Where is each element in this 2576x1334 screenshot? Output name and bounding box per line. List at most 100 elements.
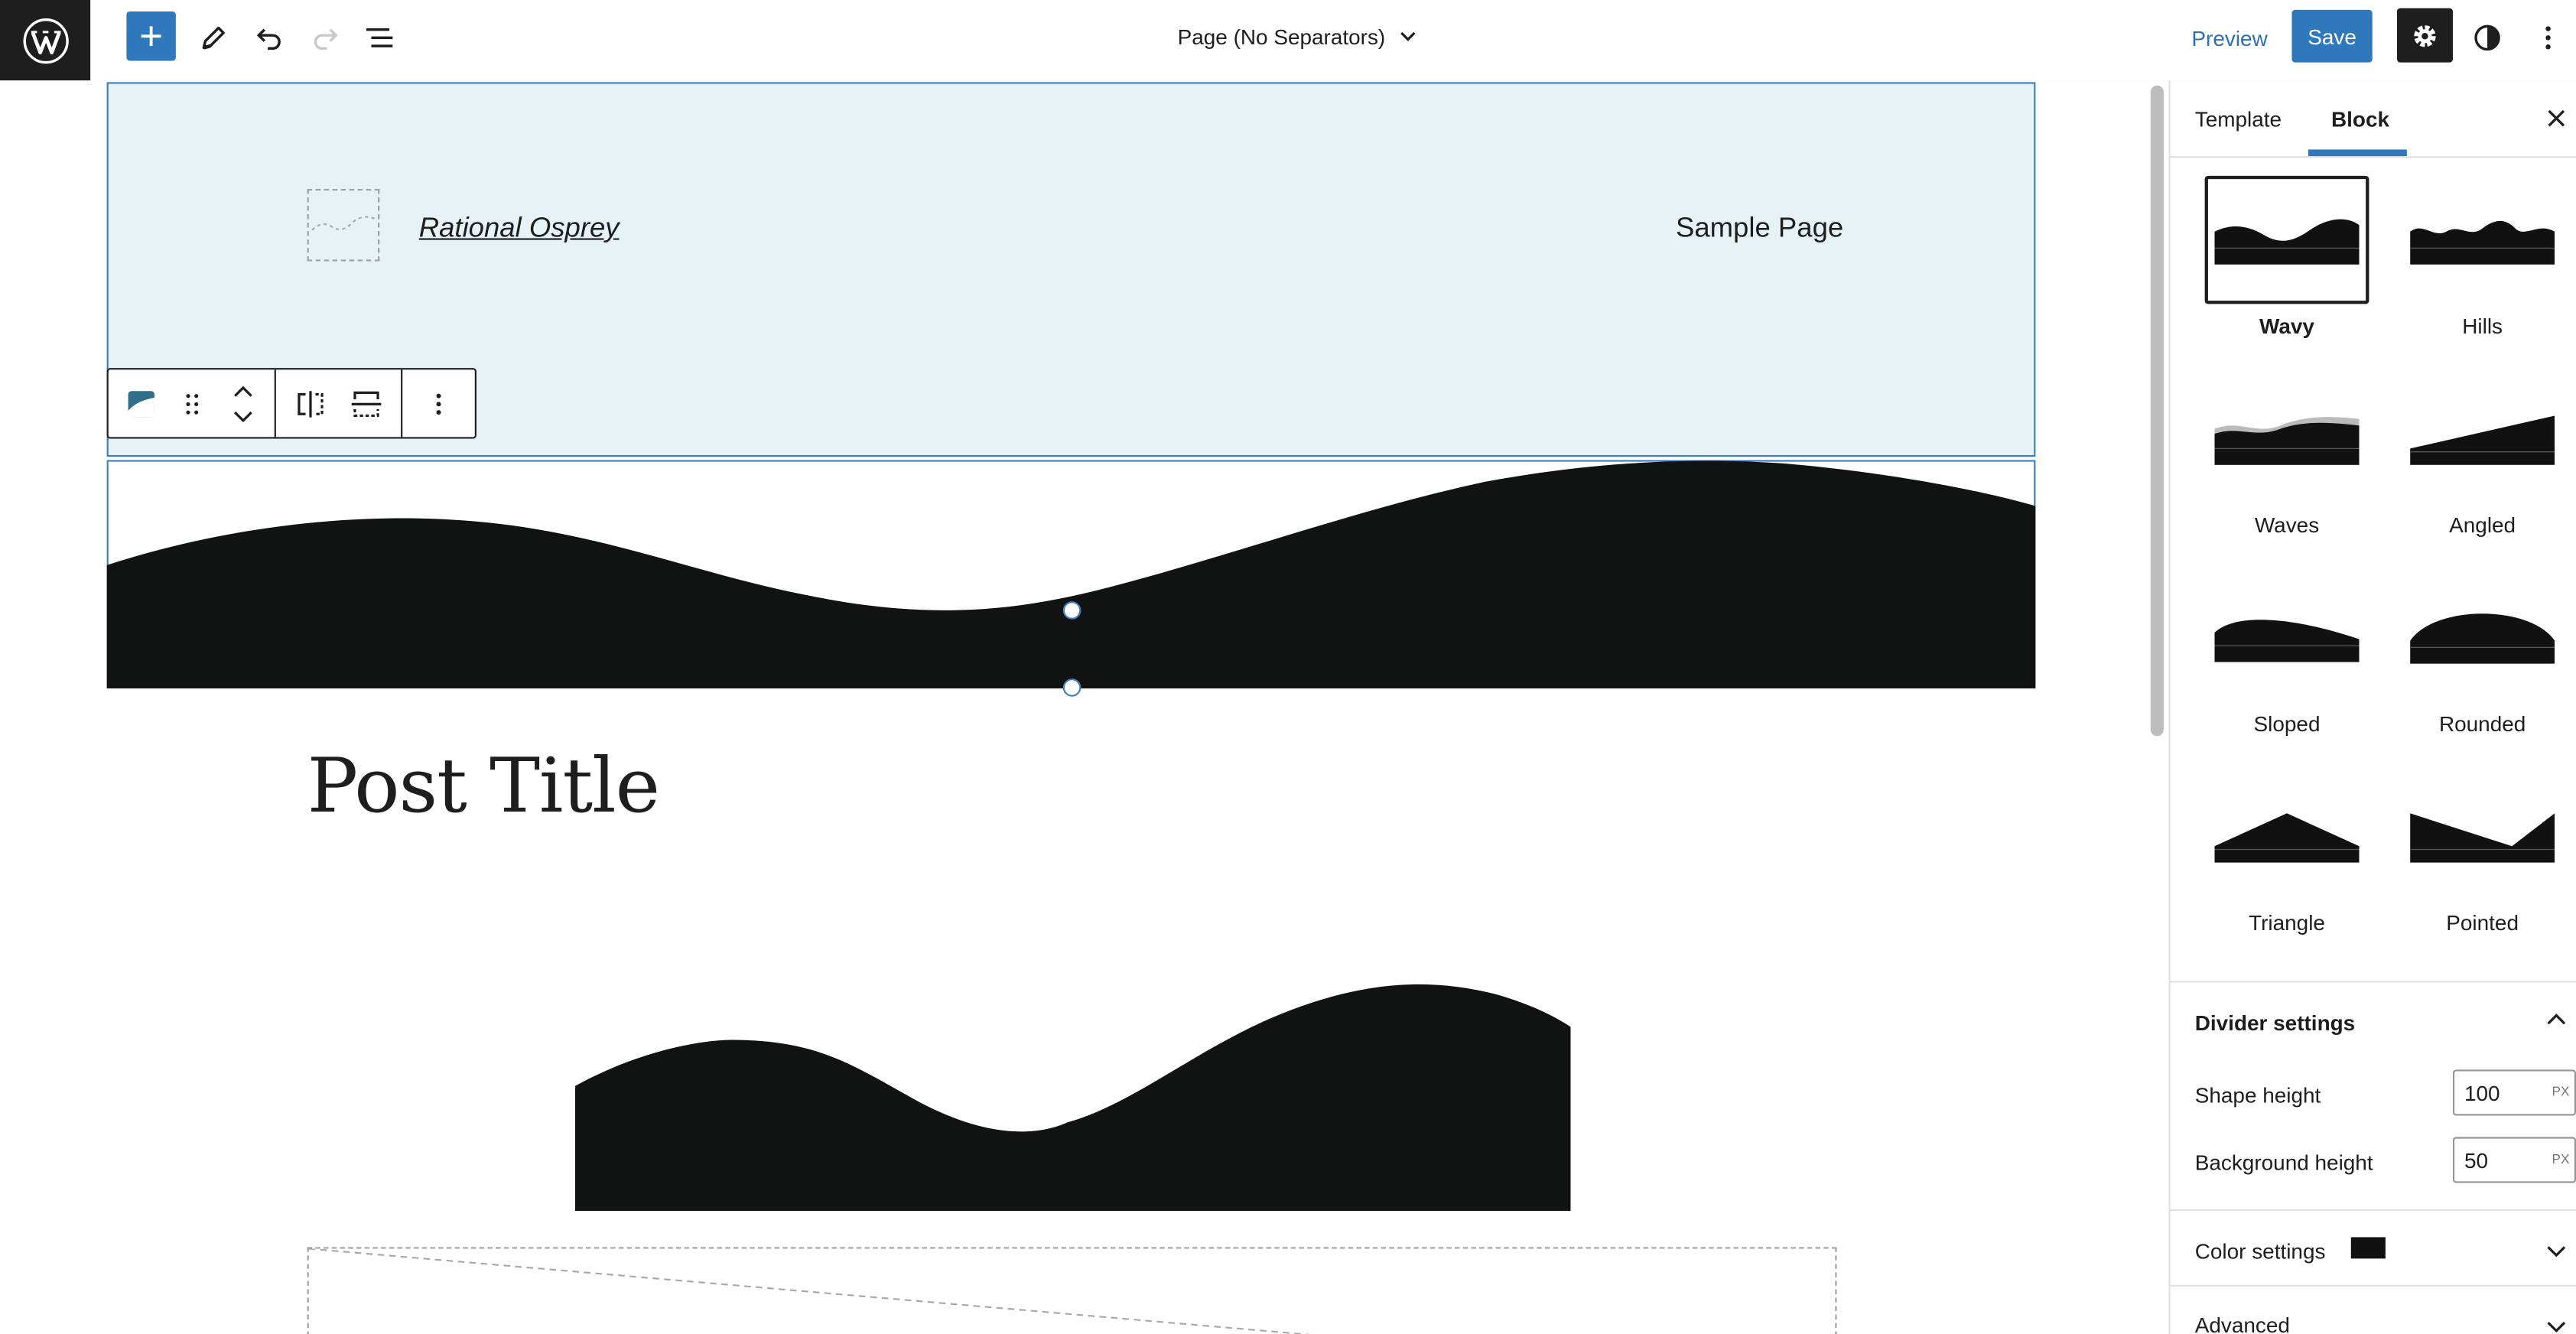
style-pointed-thumbnail: [2400, 773, 2565, 901]
settings-sidebar: Template Block Wavy Hills Waves Angled S…: [2168, 80, 2576, 1334]
style-label: Sloped: [2253, 711, 2321, 737]
undo-icon: [256, 28, 281, 50]
style-rounded-thumbnail: [2400, 574, 2565, 702]
more-vertical-icon: [436, 392, 441, 415]
block-inserter-button[interactable]: [126, 11, 176, 61]
document-title: Page (No Separators): [1177, 24, 1386, 49]
advanced-toggle[interactable]: Advanced: [2195, 1313, 2290, 1334]
active-tab-indicator: [2308, 149, 2407, 157]
site-logo-placeholder[interactable]: [307, 189, 380, 262]
block-type-button[interactable]: [115, 369, 166, 437]
tab-block[interactable]: Block: [2331, 80, 2389, 156]
options-button[interactable]: [2523, 13, 2572, 62]
style-angled-thumbnail: [2400, 375, 2565, 503]
pointed-style-icon: [2410, 813, 2555, 863]
pencil-icon: [202, 26, 225, 50]
divider-settings-toggle[interactable]: Divider settings: [2195, 1010, 2355, 1035]
image-placeholder[interactable]: [307, 1247, 1837, 1334]
block-type-group: [109, 369, 276, 438]
chevron-down-icon[interactable]: [2545, 1239, 2568, 1262]
settings-button[interactable]: [2396, 8, 2453, 63]
shape-height-input[interactable]: 100 PX: [2452, 1069, 2576, 1116]
close-sidebar-button[interactable]: [2539, 100, 2574, 136]
more-vertical-icon: [2545, 26, 2551, 50]
style-label: Waves: [2254, 512, 2320, 538]
gear-icon: [2414, 24, 2436, 47]
chevron-down-icon[interactable]: [2545, 1314, 2568, 1334]
top-toolbar: Page (No Separators) Preview Save: [0, 0, 2576, 83]
document-overview-button[interactable]: [355, 13, 404, 62]
style-waves-thumbnail: [2205, 375, 2369, 503]
style-angled[interactable]: Angled: [2400, 375, 2565, 539]
site-title[interactable]: Rational Osprey: [419, 212, 620, 245]
transform-group: [276, 369, 403, 438]
style-triangle[interactable]: Triangle: [2205, 773, 2369, 937]
block-toolbar: [106, 368, 476, 439]
drag-handle[interactable]: [166, 369, 217, 437]
style-sloped[interactable]: Sloped: [2205, 574, 2369, 738]
style-waves[interactable]: Waves: [2205, 375, 2369, 539]
rounded-style-icon: [2410, 613, 2555, 664]
wordpress-icon: [22, 17, 68, 63]
drag-handle-icon: [185, 393, 198, 414]
post-title[interactable]: Post Title: [307, 741, 660, 830]
color-settings-toggle[interactable]: Color settings: [2195, 1239, 2326, 1264]
list-view-icon: [366, 28, 393, 47]
flip-horizontal-icon: [298, 390, 324, 417]
hills-style-icon: [2410, 220, 2555, 265]
preview-button[interactable]: Preview: [2178, 13, 2281, 62]
flip-horizontal-button[interactable]: [282, 369, 338, 437]
chevron-down-icon: [1400, 31, 1416, 41]
flip-vertical-icon: [351, 390, 382, 416]
block-options-button[interactable]: [409, 369, 468, 437]
canvas-scrollbar-thumb[interactable]: [2150, 85, 2164, 737]
more-options-group: [402, 369, 475, 437]
style-label: Pointed: [2446, 909, 2519, 935]
wavy-divider-shape: [106, 460, 2036, 689]
undo-button[interactable]: [245, 13, 294, 62]
shape-height-label: Shape height: [2194, 1082, 2321, 1108]
background-height-label: Background height: [2194, 1150, 2373, 1175]
wavy-shape-preview: [574, 984, 1571, 1212]
style-sloped-thumbnail: [2205, 574, 2369, 702]
style-rounded[interactable]: Rounded: [2400, 574, 2565, 738]
block-height-resize-handle[interactable]: [1062, 678, 1081, 697]
move-up-down-buttons[interactable]: [217, 369, 268, 437]
style-hills[interactable]: Hills: [2400, 176, 2565, 340]
angled-style-icon: [2410, 415, 2555, 465]
shape-divider-block[interactable]: [106, 460, 2036, 697]
plus-icon: [141, 26, 161, 47]
chevron-up-icon[interactable]: [2545, 1009, 2568, 1032]
contrast-icon: [2474, 24, 2500, 51]
redo-icon: [314, 28, 338, 50]
sidebar-tabs: Template Block: [2170, 80, 2576, 158]
style-pointed[interactable]: Pointed: [2400, 773, 2565, 937]
color-settings-panel: Color settings: [2170, 1209, 2576, 1287]
redo-button[interactable]: [301, 13, 350, 62]
triangle-style-icon: [2214, 813, 2360, 863]
flip-vertical-button[interactable]: [338, 369, 394, 437]
waves-style-icon: [2214, 417, 2360, 465]
save-button[interactable]: Save: [2291, 9, 2373, 63]
style-triangle-thumbnail: [2205, 773, 2369, 901]
tab-template[interactable]: Template: [2195, 80, 2282, 156]
sloped-style-icon: [2214, 620, 2360, 662]
style-label: Rounded: [2438, 711, 2526, 737]
styles-button[interactable]: [2463, 13, 2512, 62]
style-wavy-thumbnail: [2204, 175, 2369, 304]
style-label: Angled: [2449, 512, 2516, 538]
style-label: Wavy: [2259, 314, 2314, 339]
close-icon: [2548, 109, 2565, 127]
tools-button[interactable]: [189, 13, 238, 62]
shape-divider-icon: [127, 390, 154, 417]
style-wavy[interactable]: Wavy: [2204, 175, 2369, 340]
editor-page: Page (No Separators) Preview Save Ration…: [0, 0, 2576, 1334]
color-swatch: [2350, 1237, 2386, 1259]
shape-height-resize-handle[interactable]: [1062, 601, 1081, 620]
editor-canvas[interactable]: Rational Osprey Sample Page Post Title: [0, 80, 2145, 1334]
chevron-up-down-icon: [233, 385, 252, 422]
document-title-dropdown[interactable]: Page (No Separators): [1134, 0, 1462, 73]
nav-link-sample-page[interactable]: Sample Page: [1676, 212, 1843, 245]
background-height-input[interactable]: 50 PX: [2452, 1137, 2576, 1183]
wordpress-logo-button[interactable]: [0, 0, 91, 81]
